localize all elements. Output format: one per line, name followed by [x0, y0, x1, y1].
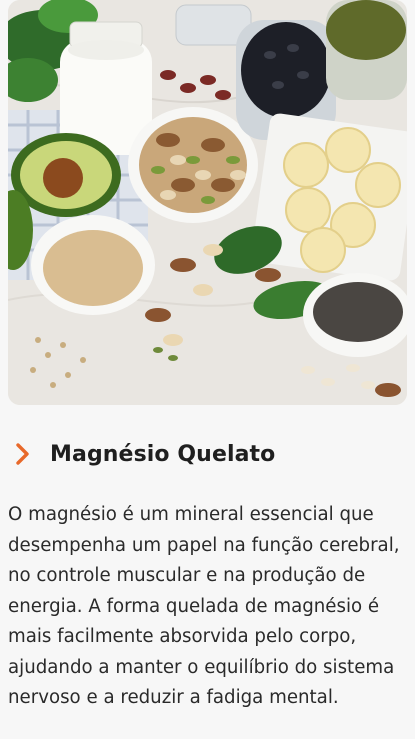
- chevron-right-icon: [12, 443, 34, 465]
- card-title-row: Magnésio Quelato: [12, 434, 275, 474]
- card-title: Magnésio Quelato: [50, 441, 276, 467]
- card-description: O magnésio é um mineral essencial que de…: [8, 504, 400, 708]
- food-photo: [8, 0, 407, 405]
- hero-image: [8, 0, 407, 405]
